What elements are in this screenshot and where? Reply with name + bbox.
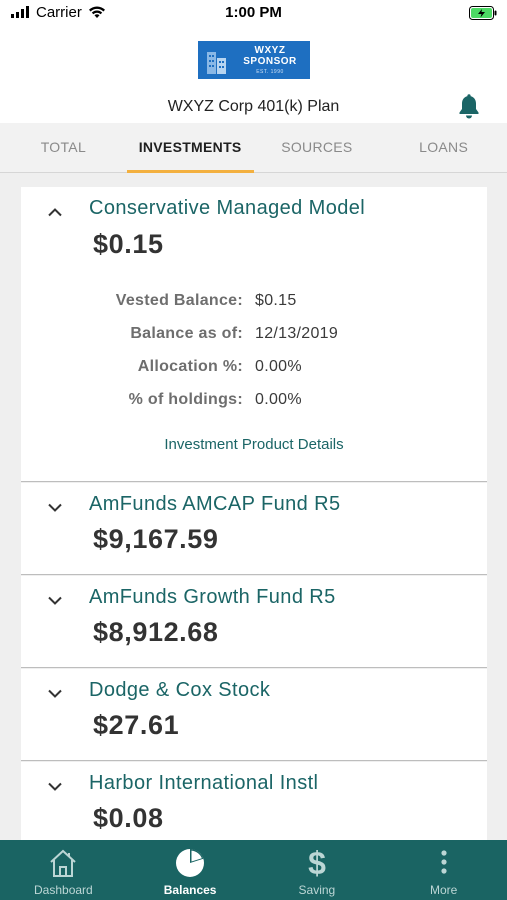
more-vertical-icon [441, 850, 447, 874]
chevron-down-icon[interactable] [47, 689, 63, 699]
logo-wordmark: WXYZ SPONSOR [234, 45, 306, 67]
balance-tabs: TOTAL INVESTMENTS SOURCES LOANS [0, 123, 507, 173]
battery-charging-icon [469, 6, 497, 20]
tab-investments[interactable]: INVESTMENTS [126, 123, 254, 173]
investment-list: Conservative Managed Model $0.15 Vested … [21, 187, 487, 840]
investment-amount: $0.15 [93, 229, 164, 259]
chevron-up-icon[interactable] [47, 207, 63, 217]
chevron-down-icon[interactable] [47, 503, 63, 513]
plan-title: WXYZ Corp 401(k) Plan [167, 98, 340, 115]
tab-loans[interactable]: LOANS [380, 123, 507, 172]
tab-total[interactable]: TOTAL [0, 123, 127, 172]
detail-value: 0.00% [255, 391, 302, 408]
nav-label: More [429, 883, 458, 897]
nav-label: Saving [298, 883, 336, 897]
nav-more[interactable]: More [380, 840, 507, 900]
investment-name[interactable]: Harbor International Instl [89, 772, 318, 795]
detail-value: 12/13/2019 [255, 325, 339, 342]
logo-line1: WXYZ [254, 45, 286, 56]
home-icon [50, 849, 77, 877]
detail-label: Balance as of: [130, 325, 243, 342]
notification-bell-icon[interactable] [457, 94, 481, 120]
app-header: WXYZ SPONSOR EST. 1990 WXYZ Corp 401(k) … [0, 28, 507, 123]
nav-label: Balances [163, 883, 217, 897]
investment-amount: $8,912.68 [93, 617, 219, 647]
investment-name[interactable]: Dodge & Cox Stock [89, 679, 270, 702]
detail-label: Allocation %: [137, 358, 243, 375]
nav-label: Dashboard [34, 883, 93, 897]
detail-row-allocation: Allocation %: 0.00% [21, 358, 487, 380]
investment-amount: $0.08 [93, 803, 164, 833]
investment-amount: $9,167.59 [93, 524, 219, 554]
building-icon [207, 52, 226, 74]
investment-name[interactable]: AmFunds Growth Fund R5 [89, 586, 336, 609]
logo-line2: SPONSOR [243, 56, 297, 67]
nav-dashboard[interactable]: Dashboard [0, 840, 127, 900]
investment-card-expanded: Conservative Managed Model $0.15 Vested … [21, 187, 487, 482]
investment-card[interactable]: Dodge & Cox Stock $27.61 [21, 669, 487, 761]
investment-product-details-link[interactable]: Investment Product Details [21, 436, 487, 453]
tab-sources[interactable]: SOURCES [254, 123, 381, 172]
investment-card[interactable]: AmFunds Growth Fund R5 $8,912.68 [21, 576, 487, 668]
detail-value: $0.15 [255, 292, 297, 309]
dollar-icon: $ [308, 848, 326, 878]
investment-amount: $27.61 [93, 710, 180, 740]
investment-name[interactable]: AmFunds AMCAP Fund R5 [89, 493, 340, 516]
chevron-down-icon[interactable] [47, 596, 63, 606]
investment-card[interactable]: AmFunds AMCAP Fund R5 $9,167.59 [21, 483, 487, 575]
bottom-nav: Dashboard Balances $ Saving More [0, 840, 507, 900]
svg-text:$: $ [308, 848, 326, 878]
detail-row-holdings: % of holdings: 0.00% [21, 391, 487, 413]
pie-chart-icon [176, 849, 205, 877]
detail-value: 0.00% [255, 358, 302, 375]
detail-row-vested: Vested Balance: $0.15 [21, 292, 487, 314]
detail-label: % of holdings: [128, 391, 243, 408]
detail-row-balance-date: Balance as of: 12/13/2019 [21, 325, 487, 347]
clock: 1:00 PM [225, 4, 282, 21]
nav-saving[interactable]: $ Saving [254, 840, 381, 900]
chevron-down-icon[interactable] [47, 782, 63, 792]
detail-label: Vested Balance: [115, 292, 243, 309]
sponsor-logo: WXYZ SPONSOR EST. 1990 [198, 41, 310, 79]
investment-card[interactable]: Harbor International Instl $0.08 [21, 762, 487, 840]
nav-balances[interactable]: Balances [127, 840, 254, 900]
app-screen: Carrier 1:00 PM WXYZ SPONSOR EST. 1990 W… [0, 0, 507, 900]
logo-est-label: EST. 1990 [256, 69, 284, 75]
status-bar: Carrier 1:00 PM [0, 0, 507, 28]
investment-name[interactable]: Conservative Managed Model [89, 197, 365, 220]
